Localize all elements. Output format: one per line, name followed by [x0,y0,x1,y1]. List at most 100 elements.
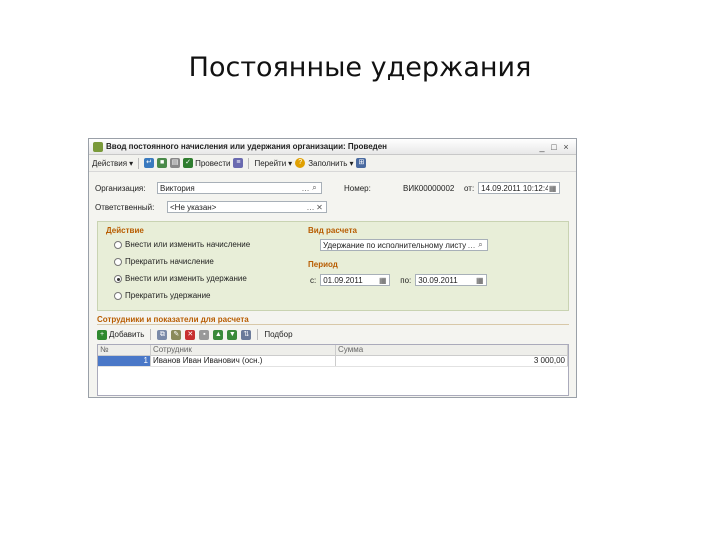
cell-sum[interactable]: 3 000,00 [336,356,568,366]
period-header: Период [308,260,338,269]
toolbar-divider [150,329,152,340]
close-button[interactable]: × [560,142,572,152]
employees-section-header: Сотрудники и показатели для расчета [97,315,569,325]
number-value: ВИК00000002 [403,183,455,193]
period-from-field[interactable]: 01.09.2011 ▦ [320,274,391,286]
cell-employee[interactable]: Иванов Иван Иванович (осн.) [151,356,336,366]
ellipsis-icon[interactable]: … [301,184,310,193]
radio-icon [114,291,122,300]
toolbar-divider [257,329,259,340]
document-icon [93,141,103,152]
radio-label: Внести или изменить удержание [125,274,247,283]
end-edit-icon[interactable]: ▪ [199,329,210,340]
search-icon[interactable]: ⌕ [476,240,485,250]
ellipsis-icon[interactable]: … [306,203,315,212]
table-toolbar: + Добавить ⧉ ✎ ✕ ▪ ▲ ▼ ⇅ Подбор [97,327,569,342]
print-icon[interactable]: ▤ [170,158,181,168]
goto-label: Перейти [254,158,287,168]
period-to-value: 30.09.2011 [418,275,458,285]
goto-menu[interactable]: Перейти ▾ [254,159,292,168]
chevron-down-icon: ▾ [288,158,293,168]
window-title: Ввод постоянного начисления или удержани… [106,142,388,151]
calendar-icon[interactable]: ▦ [378,276,387,285]
period-from-value: 01.09.2011 [323,275,363,285]
journal-icon[interactable]: ≡ [233,158,244,168]
fill-menu[interactable]: Заполнить ▾ [308,159,353,168]
radio-stop-accrual[interactable]: Прекратить начисление [114,257,214,266]
col-num[interactable]: № [98,345,151,355]
delete-icon[interactable]: ✕ [185,329,196,340]
number-field[interactable]: ВИК00000002 [400,182,460,194]
radio-label: Внести или изменить начисление [125,240,251,249]
document-window: Ввод постоянного начисления или удержани… [88,138,577,398]
post-icon: ✓ [183,158,194,168]
clear-icon[interactable]: ✕ [315,203,324,212]
responsible-field[interactable]: <Не указан> … ✕ [167,201,327,213]
org-row: Организация: Виктория … ⌕ [95,182,322,194]
period-to-field[interactable]: 30.09.2011 ▦ [415,274,488,286]
select-button[interactable]: Подбор [264,330,292,339]
sort-icon[interactable]: ⇅ [241,329,252,340]
number-row: Номер: ВИК00000002 от: 14.09.2011 10:12:… [344,182,561,194]
edit-icon[interactable]: ✎ [171,329,182,340]
radio-label: Прекратить удержание [125,291,211,300]
maximize-button[interactable]: □ [548,142,560,152]
chevron-down-icon: ▾ [349,158,354,168]
radio-stop-deduction[interactable]: Прекратить удержание [114,291,211,300]
calc-type-header: Вид расчета [308,226,357,235]
add-label: Добавить [109,330,145,339]
col-sum[interactable]: Сумма [336,345,568,355]
date-value: 14.09.2011 10:12:45 [481,183,549,193]
date-label: от: [464,183,475,193]
action-header: Действие [106,226,144,235]
radio-selected-icon [114,274,122,283]
employees-table: № Сотрудник Сумма 1 Иванов Иван Иванович… [97,344,569,396]
responsible-label: Ответственный: [95,202,155,212]
action-group: Действие Внести или изменить начисление … [97,221,569,311]
move-up-icon[interactable]: ▲ [213,329,224,340]
window-titlebar[interactable]: Ввод постоянного начисления или удержани… [89,139,576,155]
radio-add-accrual[interactable]: Внести или изменить начисление [114,240,250,249]
slide-title: Постоянные удержания [188,52,532,83]
calendar-icon[interactable]: ▦ [475,276,484,285]
responsible-value: <Не указан> [170,202,217,212]
toolbar-divider [248,157,250,169]
search-icon[interactable]: ⌕ [310,183,319,193]
period-row: с: 01.09.2011 ▦ по: 30.09.2011 ▦ [310,274,488,286]
date-field[interactable]: 14.09.2011 10:12:45 ▦ [478,182,561,194]
toolbar-divider [138,157,140,169]
radio-add-deduction[interactable]: Внести или изменить удержание [114,274,247,283]
responsible-row: Ответственный: <Не указан> … ✕ [95,201,327,213]
main-toolbar: Действия ▾ ↵ ■ ▤ ✓ Провести ≡ Перейти ▾ ? З… [89,155,576,172]
org-value: Виктория [160,183,195,193]
chevron-down-icon: ▾ [129,158,134,168]
actions-label: Действия [92,158,128,168]
col-employee[interactable]: Сотрудник [151,345,336,355]
table-header: № Сотрудник Сумма [98,345,568,356]
add-button[interactable]: + Добавить [97,329,145,340]
table-structure-icon[interactable]: ⊞ [356,158,367,168]
number-label: Номер: [344,183,371,193]
ellipsis-icon[interactable]: … [467,241,476,250]
org-label: Организация: [95,183,146,193]
move-down-icon[interactable]: ▼ [227,329,238,340]
post-label: Провести [195,158,231,168]
calc-type-field[interactable]: Удержание по исполнительному листу … ⌕ [320,239,488,251]
calc-type-value: Удержание по исполнительному листу [323,240,467,250]
help-icon[interactable]: ? [295,158,306,168]
radio-icon [114,240,122,249]
post-close-icon[interactable]: ↵ [144,158,155,168]
copy-icon[interactable]: ⧉ [157,329,168,340]
save-icon[interactable]: ■ [157,158,168,168]
post-button[interactable]: ✓ Провести [183,158,230,168]
calendar-icon[interactable]: ▦ [548,184,557,193]
fill-label: Заполнить [308,158,348,168]
radio-label: Прекратить начисление [125,257,214,266]
org-field[interactable]: Виктория … ⌕ [157,182,322,194]
minimize-button[interactable]: _ [536,142,548,152]
table-row[interactable]: 1 Иванов Иван Иванович (осн.) 3 000,00 [98,356,568,367]
actions-menu[interactable]: Действия ▾ [92,159,133,168]
radio-icon [114,257,122,266]
add-icon: + [97,329,107,340]
cell-num[interactable]: 1 [98,356,151,366]
